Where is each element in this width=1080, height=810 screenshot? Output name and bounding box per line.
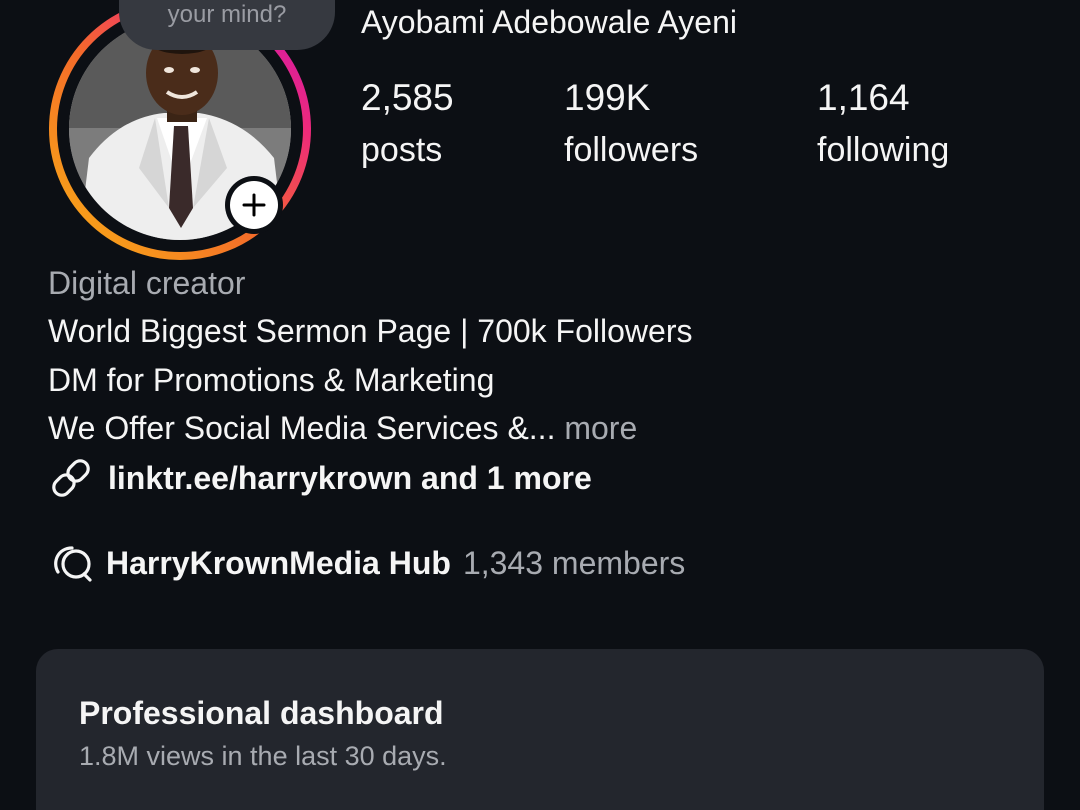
stat-label: followers <box>564 131 699 169</box>
stat-value: 1,164 <box>817 77 910 118</box>
dashboard-title: Professional dashboard <box>79 695 444 731</box>
stat-label: following <box>817 131 950 169</box>
add-story-button[interactable] <box>225 176 283 234</box>
display-name: Ayobami Adebowale Ayeni <box>361 4 737 40</box>
channel-name: HarryKrownMedia Hub <box>106 544 451 581</box>
note-text: your mind? <box>167 1 287 28</box>
bio-line-truncated: We Offer Social Media Services &... more <box>48 410 637 447</box>
bio-line: World Biggest Sermon Page | 700k Followe… <box>48 313 693 349</box>
profile-category: Digital creator <box>48 265 246 301</box>
broadcast-channel-icon <box>48 540 94 586</box>
channel-members: 1,343 members <box>462 544 686 581</box>
bio-link-text: linktr.ee/harrykrown and 1 more <box>108 459 592 496</box>
broadcast-channel[interactable]: HarryKrownMedia Hub 1,343 members <box>48 540 685 586</box>
note-bubble[interactable]: your mind? <box>119 0 335 50</box>
stat-following[interactable]: 1,164 following <box>817 77 950 170</box>
plus-icon <box>242 193 266 217</box>
bio-line: DM for Promotions & Marketing <box>48 362 495 398</box>
link-icon <box>48 455 94 501</box>
dashboard-subtitle: 1.8M views in the last 30 days. <box>79 741 447 771</box>
professional-dashboard-card[interactable]: Professional dashboard 1.8M views in the… <box>36 649 1044 810</box>
stat-value: 199K <box>564 77 651 118</box>
profile-avatar-container[interactable]: your mind? <box>47 0 335 260</box>
bio-more-link[interactable]: more <box>564 410 637 446</box>
stat-followers[interactable]: 199K followers <box>564 77 699 170</box>
stat-value: 2,585 <box>361 77 454 118</box>
stat-posts[interactable]: 2,585 posts <box>361 77 454 170</box>
profile-page: your mind? Ayobami Adebowale Ayeni 2,585… <box>0 0 1080 810</box>
bio-line-text: We Offer Social Media Services &... <box>48 410 556 446</box>
bio-link[interactable]: linktr.ee/harrykrown and 1 more <box>48 455 592 501</box>
add-story-circle <box>230 181 278 229</box>
stat-label: posts <box>361 131 443 169</box>
